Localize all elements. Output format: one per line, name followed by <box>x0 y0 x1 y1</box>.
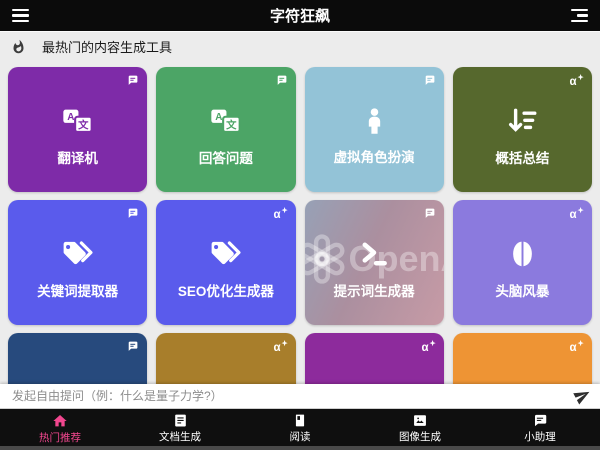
section-header: 最热门的内容生成工具 <box>0 33 600 60</box>
tool-card-label: 提示词生成器 <box>334 280 415 300</box>
magic-icon: α <box>273 340 288 353</box>
tab-label: 小助理 <box>524 429 556 444</box>
app-header: 字符狂飙 <box>0 0 600 32</box>
chat-icon <box>532 413 548 428</box>
openai-logo-icon <box>305 232 349 286</box>
sort-menu-icon[interactable] <box>571 9 588 22</box>
svg-text:α: α <box>570 342 577 353</box>
svg-text:α: α <box>570 209 577 220</box>
summarize-icon <box>505 104 539 138</box>
tool-card-label: 翻译机 <box>57 147 98 167</box>
document-icon <box>173 413 188 428</box>
app-window: 字符狂飙 最热门的内容生成工具 A 文 翻译机 A 文 回答问题 <box>0 0 600 450</box>
tool-card-label: 头脑风暴 <box>495 280 549 300</box>
section-title: 最热门的内容生成工具 <box>42 37 172 56</box>
magic-icon: α <box>273 207 288 220</box>
magic-icon: α <box>569 340 584 353</box>
translate-icon: A 文 <box>208 104 243 138</box>
svg-text:A: A <box>67 112 74 123</box>
tool-card-label: SEO优化生成器 <box>178 280 274 300</box>
magic-icon: α <box>421 340 436 353</box>
send-icon[interactable] <box>571 384 594 407</box>
magic-icon: α <box>569 207 584 220</box>
svg-text:α: α <box>273 342 280 353</box>
svg-text:α: α <box>421 342 428 353</box>
fire-icon <box>11 39 26 55</box>
hamburger-menu-icon[interactable] <box>12 9 29 22</box>
tab-小助理[interactable]: 小助理 <box>480 409 600 446</box>
tab-label: 阅读 <box>290 429 311 444</box>
tab-label: 热门推荐 <box>39 430 81 445</box>
svg-text:文: 文 <box>77 118 89 131</box>
bottom-strip <box>0 446 600 450</box>
tab-bar: 热门推荐 文档生成 阅读 图像生成 小助理 <box>0 409 600 446</box>
tab-阅读[interactable]: 阅读 <box>240 409 360 446</box>
svg-text:α: α <box>570 76 577 87</box>
home-icon <box>52 413 68 429</box>
tag-icon <box>207 238 245 271</box>
tool-card-label: 概括总结 <box>495 147 549 167</box>
book-icon <box>293 413 307 428</box>
tab-label: 图像生成 <box>399 429 441 444</box>
chat-bubble-icon <box>275 74 288 87</box>
chat-bubble-icon <box>423 207 436 220</box>
tool-card-label: 虚拟角色扮演 <box>334 146 415 166</box>
tool-card[interactable]: α 概括总结 <box>453 67 592 192</box>
tab-图像生成[interactable]: 图像生成 <box>360 409 480 446</box>
tool-card[interactable]: A 文 回答问题 <box>156 67 295 192</box>
composer-bar <box>0 384 600 409</box>
tool-card[interactable]: 关键词提取器 <box>8 200 147 325</box>
tab-文档生成[interactable]: 文档生成 <box>120 409 240 446</box>
svg-text:A: A <box>216 112 223 123</box>
tag-icon <box>59 238 97 271</box>
tool-card[interactable]: α 头脑风暴 <box>453 200 592 325</box>
chat-bubble-icon <box>126 340 139 353</box>
tool-card[interactable]: OpenAI 提示词生成器 <box>305 200 444 325</box>
tab-热门推荐[interactable]: 热门推荐 <box>0 409 120 446</box>
tool-card-label: 关键词提取器 <box>37 280 118 300</box>
tool-card[interactable]: 虚拟角色扮演 <box>305 67 444 192</box>
image-icon <box>412 413 428 428</box>
chat-bubble-icon <box>126 74 139 87</box>
chat-bubble-icon <box>126 207 139 220</box>
person-icon <box>359 106 390 137</box>
terminal-icon <box>357 237 391 271</box>
tool-card[interactable]: α SEO优化生成器 <box>156 200 295 325</box>
svg-text:α: α <box>273 209 280 220</box>
brain-icon <box>506 238 539 271</box>
svg-text:文: 文 <box>226 118 238 131</box>
magic-icon: α <box>569 74 584 87</box>
tool-card[interactable]: A 文 翻译机 <box>8 67 147 192</box>
chat-bubble-icon <box>423 74 436 87</box>
question-input[interactable] <box>10 388 574 404</box>
tab-label: 文档生成 <box>159 429 201 444</box>
app-title: 字符狂飙 <box>0 5 600 26</box>
tool-card-label: 回答问题 <box>199 147 253 167</box>
translate-icon: A 文 <box>60 104 95 138</box>
